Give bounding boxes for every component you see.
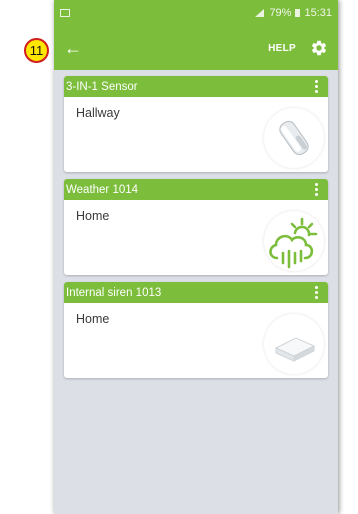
battery-percent: 79%	[269, 7, 292, 19]
device-card-body: Hallway	[64, 97, 328, 172]
tutorial-step-badge: 11	[24, 38, 49, 63]
signal-icon	[255, 9, 265, 17]
more-options-icon[interactable]	[313, 78, 320, 95]
device-card-header: Weather 1014	[64, 179, 328, 200]
status-bar: 79% 15:31	[54, 0, 338, 26]
help-button[interactable]: HELP	[268, 43, 296, 54]
more-options-icon[interactable]	[313, 284, 320, 301]
gear-icon[interactable]	[310, 39, 328, 57]
app-bar-actions: HELP	[268, 39, 328, 57]
app-bar: ← HELP	[54, 26, 338, 70]
device-card[interactable]: Weather 1014 Home	[64, 179, 328, 275]
device-name: Internal siren 1013	[66, 286, 162, 299]
device-name: Weather 1014	[66, 183, 139, 196]
device-card[interactable]: Internal siren 1013 Home	[64, 282, 328, 378]
page: 11 79% 15:31 ← HELP 3-IN-1 Sensor Hallwa…	[0, 0, 358, 514]
status-indicators: 79% 15:31	[255, 7, 332, 19]
device-card-body: Home	[64, 200, 328, 275]
device-location: Home	[76, 312, 110, 326]
notification-icon	[60, 9, 70, 17]
device-card-body: Home	[64, 303, 328, 378]
battery-icon	[295, 9, 301, 17]
clock: 15:31	[304, 7, 332, 19]
device-list: 3-IN-1 Sensor Hallway Weather 1014 Home …	[54, 70, 338, 378]
motion-sensor-icon	[264, 108, 324, 168]
phone-screen: 79% 15:31 ← HELP 3-IN-1 Sensor Hallway W…	[54, 0, 338, 514]
more-options-icon[interactable]	[313, 181, 320, 198]
siren-icon	[264, 314, 324, 374]
device-name: 3-IN-1 Sensor	[66, 80, 138, 93]
back-arrow-icon[interactable]: ←	[64, 39, 82, 57]
device-location: Home	[76, 209, 110, 223]
device-card-header: Internal siren 1013	[64, 282, 328, 303]
weather-icon	[264, 211, 324, 271]
device-card[interactable]: 3-IN-1 Sensor Hallway	[64, 76, 328, 172]
device-location: Hallway	[76, 106, 120, 120]
device-card-header: 3-IN-1 Sensor	[64, 76, 328, 97]
